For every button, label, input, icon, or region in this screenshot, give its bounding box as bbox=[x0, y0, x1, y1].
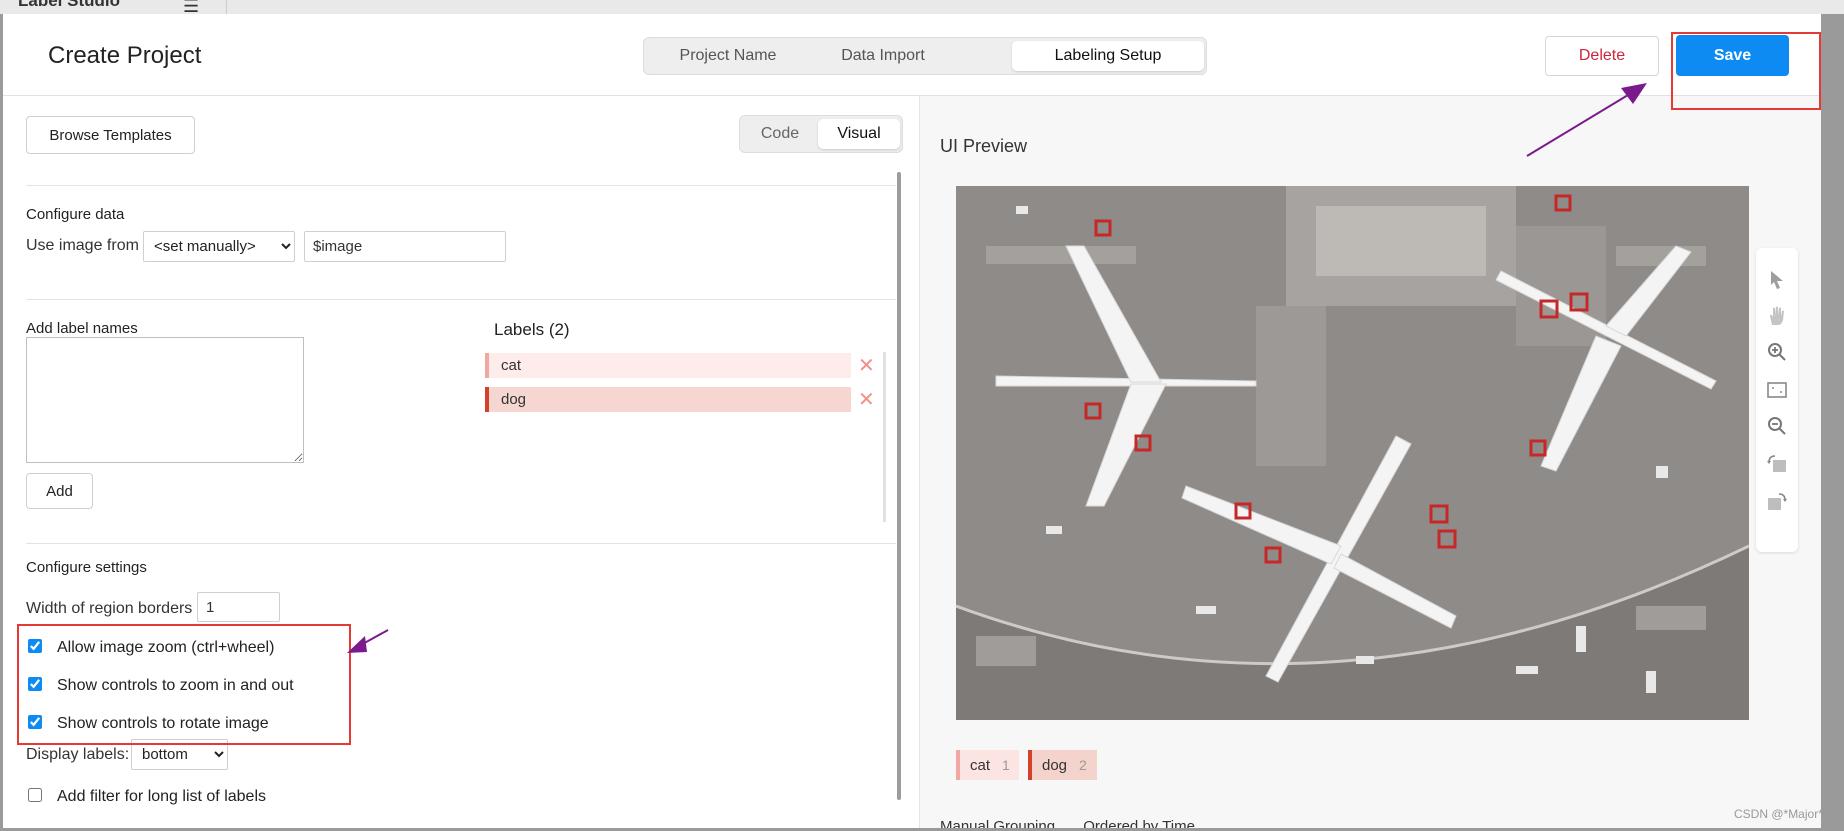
tab-visual[interactable]: Visual bbox=[818, 119, 900, 149]
steps-tabs: Project Name Data Import Labeling Setup bbox=[643, 37, 1207, 75]
preview-bottom-bar: Manual Grouping Ordered by Time bbox=[940, 818, 1195, 828]
use-image-from-label: Use image from bbox=[26, 237, 139, 254]
image-source-select[interactable]: <set manually> bbox=[143, 231, 295, 262]
hand-icon[interactable] bbox=[1765, 304, 1789, 328]
image-toolbar bbox=[1756, 248, 1798, 552]
pointer-icon[interactable] bbox=[1765, 268, 1789, 292]
tab-data-import[interactable]: Data Import bbox=[808, 41, 958, 71]
label-names-textarea[interactable] bbox=[26, 337, 304, 463]
fit-to-screen-icon[interactable] bbox=[1765, 378, 1789, 402]
preview-label-cat[interactable]: cat 1 bbox=[956, 750, 1019, 780]
region-border-width-label: Width of region borders bbox=[26, 600, 193, 617]
zoom-in-icon[interactable] bbox=[1765, 340, 1789, 364]
browse-templates-button[interactable]: Browse Templates bbox=[26, 116, 195, 154]
airport-aerial-image bbox=[956, 186, 1749, 720]
ui-preview-title: UI Preview bbox=[940, 136, 1028, 156]
mode-toggle: Code Visual bbox=[739, 115, 903, 153]
divider bbox=[26, 185, 896, 186]
tab-project-name[interactable]: Project Name bbox=[648, 41, 808, 71]
label-hotkey: 1 bbox=[1002, 757, 1010, 773]
ordering-control[interactable]: Ordered by Time bbox=[1083, 818, 1195, 828]
delete-button[interactable]: Delete bbox=[1545, 36, 1659, 76]
remove-label-cat-icon[interactable]: ✕ bbox=[858, 353, 875, 378]
tab-labeling-setup[interactable]: Labeling Setup bbox=[1012, 41, 1204, 71]
labels-heading: Labels (2) bbox=[494, 320, 570, 339]
label-filter-checkbox[interactable] bbox=[28, 788, 42, 802]
region-border-width-input[interactable] bbox=[197, 592, 280, 622]
hamburger-menu-icon[interactable]: ☰ bbox=[183, 0, 199, 14]
option-label: Add filter for long list of labels bbox=[57, 788, 266, 805]
app-bar: Label Studio ☰ bbox=[0, 0, 1844, 14]
configure-data-title: Configure data bbox=[26, 206, 125, 223]
grouping-control[interactable]: Manual Grouping bbox=[940, 818, 1055, 828]
rotate-right-icon[interactable] bbox=[1765, 490, 1789, 514]
preview-label-dog[interactable]: dog 2 bbox=[1028, 750, 1097, 780]
app-name: Label Studio bbox=[18, 0, 120, 10]
page-title: Create Project bbox=[48, 42, 202, 69]
remove-label-dog-icon[interactable]: ✕ bbox=[858, 387, 875, 412]
display-labels-label: Display labels: bbox=[26, 746, 130, 763]
label-item-dog[interactable]: dog bbox=[485, 387, 851, 412]
ui-preview-panel: UI Preview cat 1 dog 2 Manual Grouping O… bbox=[919, 96, 1821, 828]
add-label-names-title: Add label names bbox=[26, 320, 138, 337]
label-name: dog bbox=[1042, 757, 1068, 774]
divider bbox=[26, 543, 896, 544]
config-panel: Browse Templates Code Visual Configure d… bbox=[3, 96, 919, 828]
divider bbox=[26, 299, 896, 300]
rotate-left-icon[interactable] bbox=[1765, 452, 1789, 476]
option-label-filter[interactable]: Add filter for long list of labels bbox=[28, 788, 266, 806]
image-field-input[interactable] bbox=[304, 231, 506, 262]
tab-code[interactable]: Code bbox=[744, 119, 816, 149]
zoom-out-icon[interactable] bbox=[1765, 414, 1789, 438]
label-hotkey: 2 bbox=[1079, 757, 1087, 773]
config-scrollbar[interactable] bbox=[897, 172, 901, 800]
configure-settings-title: Configure settings bbox=[26, 559, 147, 576]
annotation-save-box bbox=[1671, 32, 1821, 110]
divider bbox=[226, 0, 227, 14]
preview-image[interactable] bbox=[956, 186, 1749, 720]
labels-scrollbar[interactable] bbox=[883, 352, 886, 522]
create-project-modal: Create Project Project Name Data Import … bbox=[3, 14, 1821, 828]
watermark: CSDN @*Major* bbox=[1734, 807, 1823, 821]
annotation-arrow bbox=[347, 629, 389, 653]
add-label-button[interactable]: Add bbox=[26, 473, 93, 509]
label-item-cat[interactable]: cat bbox=[485, 353, 851, 378]
annotation-highlight-box bbox=[17, 624, 351, 745]
annotation-save-arrow bbox=[1526, 83, 1647, 157]
label-name: cat bbox=[970, 757, 991, 774]
